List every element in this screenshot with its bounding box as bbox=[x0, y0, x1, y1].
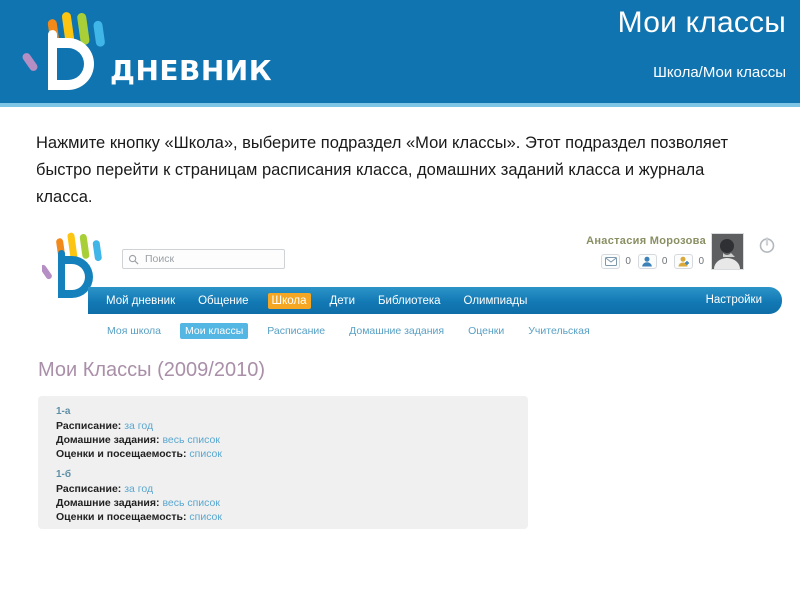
class-name: 1-б bbox=[56, 469, 72, 480]
nav-item-settings[interactable]: Настройки bbox=[706, 294, 762, 306]
subnav-item-my-classes[interactable]: Мои классы bbox=[180, 323, 249, 339]
class-row-link[interactable]: за год bbox=[124, 483, 153, 495]
user-add-glyph-icon bbox=[678, 256, 689, 267]
description-text: Нажмите кнопку «Школа», выберите подразд… bbox=[36, 134, 729, 206]
search-icon bbox=[128, 254, 139, 265]
class-row-link[interactable]: список bbox=[189, 448, 222, 460]
breadcrumb: Школа/Мои классы bbox=[653, 64, 786, 81]
nav-item-my-diary[interactable]: Мой дневник bbox=[102, 293, 179, 309]
nav-item-school[interactable]: Школа bbox=[267, 292, 311, 309]
subnav-item-schedule[interactable]: Расписание bbox=[262, 323, 330, 339]
class-name: 1-а bbox=[56, 406, 71, 417]
embedded-screenshot: Поиск Анастасия Морозова 0 0 0 Мой дневн… bbox=[30, 228, 782, 548]
user-avatar-photo-icon bbox=[712, 234, 743, 269]
class-row-marks: Оценки и посещаемость: список bbox=[56, 510, 222, 524]
search-placeholder: Поиск bbox=[145, 253, 175, 265]
classes-panel: 1-а Расписание: за год Домашние задания:… bbox=[38, 396, 528, 529]
class-row-label: Оценки и посещаемость: bbox=[56, 448, 187, 460]
subnav-item-teachers-room[interactable]: Учительская bbox=[523, 323, 594, 339]
user-name: Анастасия Морозова bbox=[586, 235, 706, 247]
nav-item-children[interactable]: Дети bbox=[326, 293, 360, 309]
class-row-schedule: Расписание: за год bbox=[56, 482, 222, 496]
brand-logo: Дневник bbox=[22, 8, 272, 96]
page-title: Мои классы bbox=[617, 6, 786, 39]
class-row-homework: Домашние задания: весь список bbox=[56, 433, 222, 447]
class-row-marks: Оценки и посещаемость: список bbox=[56, 447, 222, 461]
subnav-item-homework[interactable]: Домашние задания bbox=[344, 323, 449, 339]
content-heading: Мои Классы (2009/2010) bbox=[38, 359, 265, 381]
avatar[interactable] bbox=[711, 233, 744, 270]
class-row-link[interactable]: весь список bbox=[162, 497, 220, 509]
class-row-link[interactable]: весь список bbox=[162, 434, 220, 446]
nav-item-olympiads[interactable]: Олимпиады bbox=[460, 293, 532, 309]
user-count: 0 bbox=[661, 256, 668, 267]
user-counters: 0 0 0 bbox=[601, 254, 708, 269]
class-row-link[interactable]: за год bbox=[124, 420, 153, 432]
nav-item-communication[interactable]: Общение bbox=[194, 293, 252, 309]
class-row-schedule: Расписание: за год bbox=[56, 419, 222, 433]
header-underline bbox=[0, 103, 800, 107]
subnav-item-my-school[interactable]: Моя школа bbox=[102, 323, 166, 339]
user-add-count: 0 bbox=[698, 256, 704, 267]
user-add-icon[interactable] bbox=[674, 254, 694, 269]
main-nav: Мой дневник Общение Школа Дети Библиотек… bbox=[88, 287, 782, 314]
user-glyph-icon bbox=[642, 256, 653, 267]
class-row-label: Расписание: bbox=[56, 483, 122, 495]
sub-nav: Моя школа Мои классы Расписание Домашние… bbox=[102, 322, 595, 340]
search-input[interactable]: Поиск bbox=[122, 249, 285, 269]
envelope-icon[interactable] bbox=[601, 254, 621, 269]
power-icon[interactable] bbox=[758, 236, 776, 254]
brand-wordmark: Дневник bbox=[110, 54, 273, 87]
class-row-label: Оценки и посещаемость: bbox=[56, 511, 187, 523]
class-row-label: Домашние задания: bbox=[56, 434, 160, 446]
envelope-count: 0 bbox=[625, 256, 631, 267]
class-row-link[interactable]: список bbox=[189, 511, 222, 523]
subnav-item-marks[interactable]: Оценки bbox=[463, 323, 509, 339]
class-row-label: Домашние задания: bbox=[56, 497, 160, 509]
nav-item-library[interactable]: Библиотека bbox=[374, 293, 445, 309]
class-row-label: Расписание: bbox=[56, 420, 122, 432]
user-icon[interactable] bbox=[637, 254, 657, 269]
class-row-homework: Домашние задания: весь список bbox=[56, 496, 222, 510]
main-nav-items: Мой дневник Общение Школа Дети Библиотек… bbox=[102, 287, 531, 314]
class-block: 1-б Расписание: за год Домашние задания:… bbox=[56, 469, 222, 524]
slide-header: Дневник Мои классы Школа/Мои классы bbox=[0, 0, 800, 103]
class-block: 1-а Расписание: за год Домашние задания:… bbox=[56, 406, 222, 461]
envelope-glyph-icon bbox=[604, 257, 617, 266]
